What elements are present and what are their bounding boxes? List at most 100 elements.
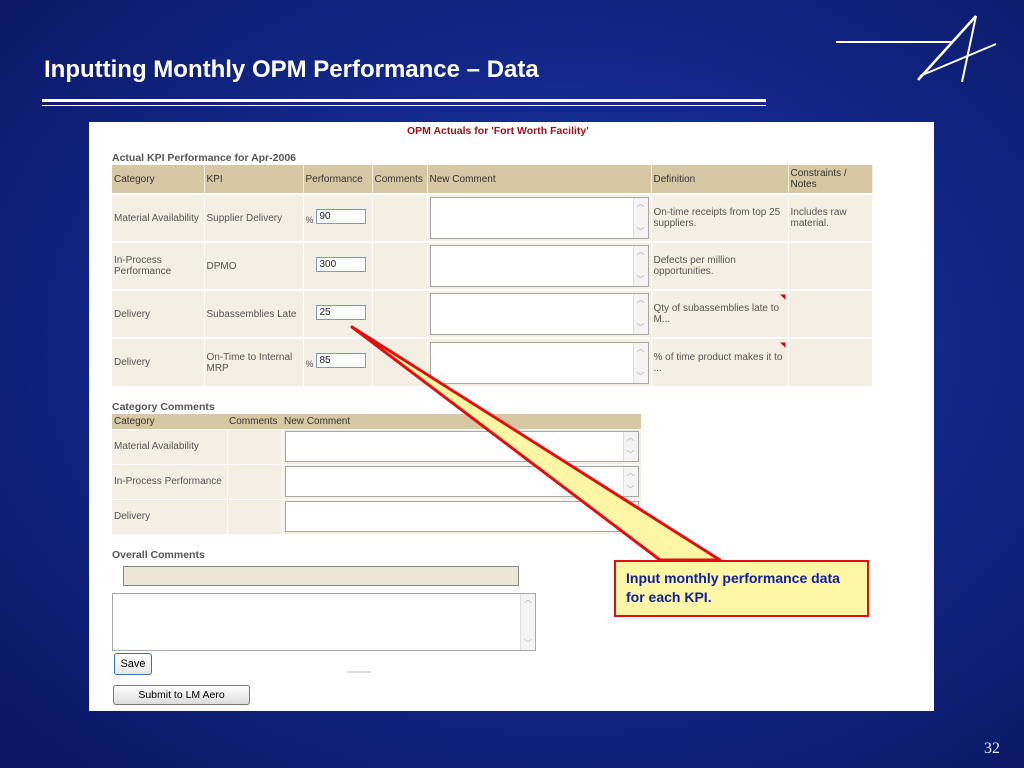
row-kpi: Subassemblies Late (204, 289, 304, 338)
percent-unit: % (305, 359, 314, 369)
callout-box: Input monthly performance data for each … (614, 560, 869, 617)
row-notes (788, 241, 873, 290)
table-row: Material Availability ︿ ﹀ (112, 428, 642, 464)
performance-input[interactable]: 300 (315, 257, 366, 272)
scroll-up-icon[interactable]: ︿ (637, 296, 645, 304)
scrollbar[interactable]: ︿ ﹀ (632, 294, 648, 334)
new-comment-cell: ︿ ﹀ (427, 193, 652, 242)
page-number: 32 (984, 740, 1000, 757)
scrollbar[interactable]: ︿ ﹀ (632, 198, 648, 238)
header-comments: Comments (229, 415, 278, 427)
scroll-down-icon[interactable]: ﹀ (637, 276, 645, 284)
row-category: In-Process Performance (112, 463, 228, 499)
comments-cell (372, 193, 428, 242)
screen-title: OPM Actuals for 'Fort Worth Facility' (407, 125, 589, 137)
row-definition: % of time product makes it to ... (653, 351, 783, 374)
row-category: Material Availability (112, 193, 205, 242)
scrollbar[interactable]: ︿ ﹀ (622, 432, 638, 461)
performance-cell: 25 (303, 289, 373, 338)
new-comment-cell: ︿ ﹀ (282, 498, 642, 534)
category-header-row: Category Comments New Comment (112, 414, 641, 429)
table-row: In-Process Performance DPMO 300 ︿ ﹀ Defec… (112, 241, 873, 290)
row-definition: Defects per million opportunities. (651, 241, 789, 290)
save-button[interactable]: Save (114, 653, 152, 675)
header-kpi: KPI (204, 165, 304, 194)
scrollbar[interactable]: ︿ ﹀ (520, 594, 535, 650)
comments-cell (227, 498, 283, 534)
scroll-down-icon[interactable]: ﹀ (637, 324, 645, 332)
header-category: Category (114, 415, 155, 427)
row-definition-cell: % of time product makes it to ... ◥ (651, 337, 789, 386)
comments-cell (372, 241, 428, 290)
table-row: Delivery On-Time to Internal MRP % 85 ︿ ﹀… (112, 337, 873, 386)
submit-button[interactable]: Submit to LM Aero (113, 685, 250, 705)
opm-screenshot: OPM Actuals for 'Fort Worth Facility' Ac… (89, 122, 934, 711)
row-notes: Includes raw material. (788, 193, 873, 242)
performance-cell: % 85 (303, 337, 373, 386)
header-new-comment: New Comment (427, 165, 652, 194)
performance-cell: 300 (303, 241, 373, 290)
comments-cell (227, 428, 283, 464)
required-marker-icon: ◥ (780, 294, 786, 301)
row-kpi: Supplier Delivery (204, 193, 304, 242)
divider (347, 671, 371, 673)
new-comment-textarea[interactable]: ︿ ﹀ (429, 341, 649, 384)
slide-title: Inputting Monthly OPM Performance – Data (44, 56, 539, 83)
header-new-comment: New Comment (284, 415, 351, 427)
lockheed-star-icon (836, 15, 997, 83)
scroll-down-icon[interactable]: ﹀ (524, 640, 532, 648)
scroll-up-icon[interactable]: ︿ (637, 200, 645, 208)
table-row: Delivery ︿ ﹀ (112, 498, 642, 534)
scroll-up-icon[interactable]: ︿ (627, 434, 635, 442)
row-notes (788, 337, 873, 386)
scroll-up-icon[interactable]: ︿ (627, 504, 635, 512)
header-comments: Comments (372, 165, 428, 194)
new-comment-textarea[interactable]: ︿ ﹀ (429, 293, 649, 335)
row-category: Delivery (112, 498, 228, 534)
row-definition: Qty of subassemblies late to M... (653, 303, 780, 325)
row-kpi: DPMO (204, 241, 304, 290)
scroll-up-icon[interactable]: ︿ (637, 248, 645, 256)
overall-comments-display (123, 566, 519, 586)
performance-input[interactable]: 25 (315, 305, 366, 320)
new-comment-cell: ︿ ﹀ (282, 428, 642, 464)
row-definition: On-time receipts from top 25 suppliers. (651, 193, 789, 242)
category-table: Category Comments New Comment Material A… (112, 414, 642, 534)
scroll-up-icon[interactable]: ︿ (637, 344, 645, 353)
header-definition: Definition (651, 165, 789, 194)
header-constraints: Constraints / Notes (788, 165, 873, 194)
scrollbar[interactable]: ︿ ﹀ (632, 246, 648, 286)
category-comment-textarea[interactable]: ︿ ﹀ (284, 466, 639, 497)
title-rule (42, 99, 766, 102)
overall-section-title: Overall Comments (112, 549, 205, 561)
scrollbar[interactable]: ︿ ﹀ (632, 342, 648, 383)
new-comment-cell: ︿ ﹀ (427, 241, 652, 290)
scrollbar[interactable]: ︿ ﹀ (622, 502, 638, 532)
header-category: Category (112, 165, 205, 194)
new-comment-cell: ︿ ﹀ (427, 289, 652, 338)
category-comment-textarea[interactable]: ︿ ﹀ (284, 431, 639, 462)
overall-comment-textarea[interactable]: ︿ ﹀ (112, 593, 536, 651)
category-section-title: Category Comments (112, 401, 215, 413)
new-comment-cell: ︿ ﹀ (427, 337, 652, 386)
row-definition-cell: Qty of subassemblies late to M... ◥ (651, 289, 789, 338)
scrollbar[interactable]: ︿ ﹀ (622, 467, 638, 496)
title-rule-thin (42, 105, 766, 106)
comments-cell (372, 337, 428, 386)
new-comment-textarea[interactable]: ︿ ﹀ (429, 245, 649, 287)
new-comment-textarea[interactable]: ︿ ﹀ (429, 197, 649, 239)
scroll-down-icon[interactable]: ﹀ (637, 228, 645, 236)
header-performance: Performance (303, 165, 373, 194)
scroll-up-icon[interactable]: ︿ (627, 469, 635, 477)
scroll-down-icon[interactable]: ﹀ (637, 372, 645, 381)
scroll-up-icon[interactable]: ︿ (524, 596, 532, 604)
performance-input[interactable]: 90 (315, 209, 366, 224)
kpi-section-title: Actual KPI Performance for Apr-2006 (112, 152, 297, 164)
category-comment-textarea[interactable]: ︿ ﹀ (284, 501, 639, 533)
row-category: Material Availability (112, 428, 228, 464)
table-row: Delivery Subassemblies Late 25 ︿ ﹀ Qty of… (112, 289, 873, 338)
scroll-down-icon[interactable]: ﹀ (627, 521, 635, 529)
scroll-down-icon[interactable]: ﹀ (627, 451, 635, 459)
performance-input[interactable]: 85 (315, 353, 366, 368)
scroll-down-icon[interactable]: ﹀ (627, 486, 635, 494)
